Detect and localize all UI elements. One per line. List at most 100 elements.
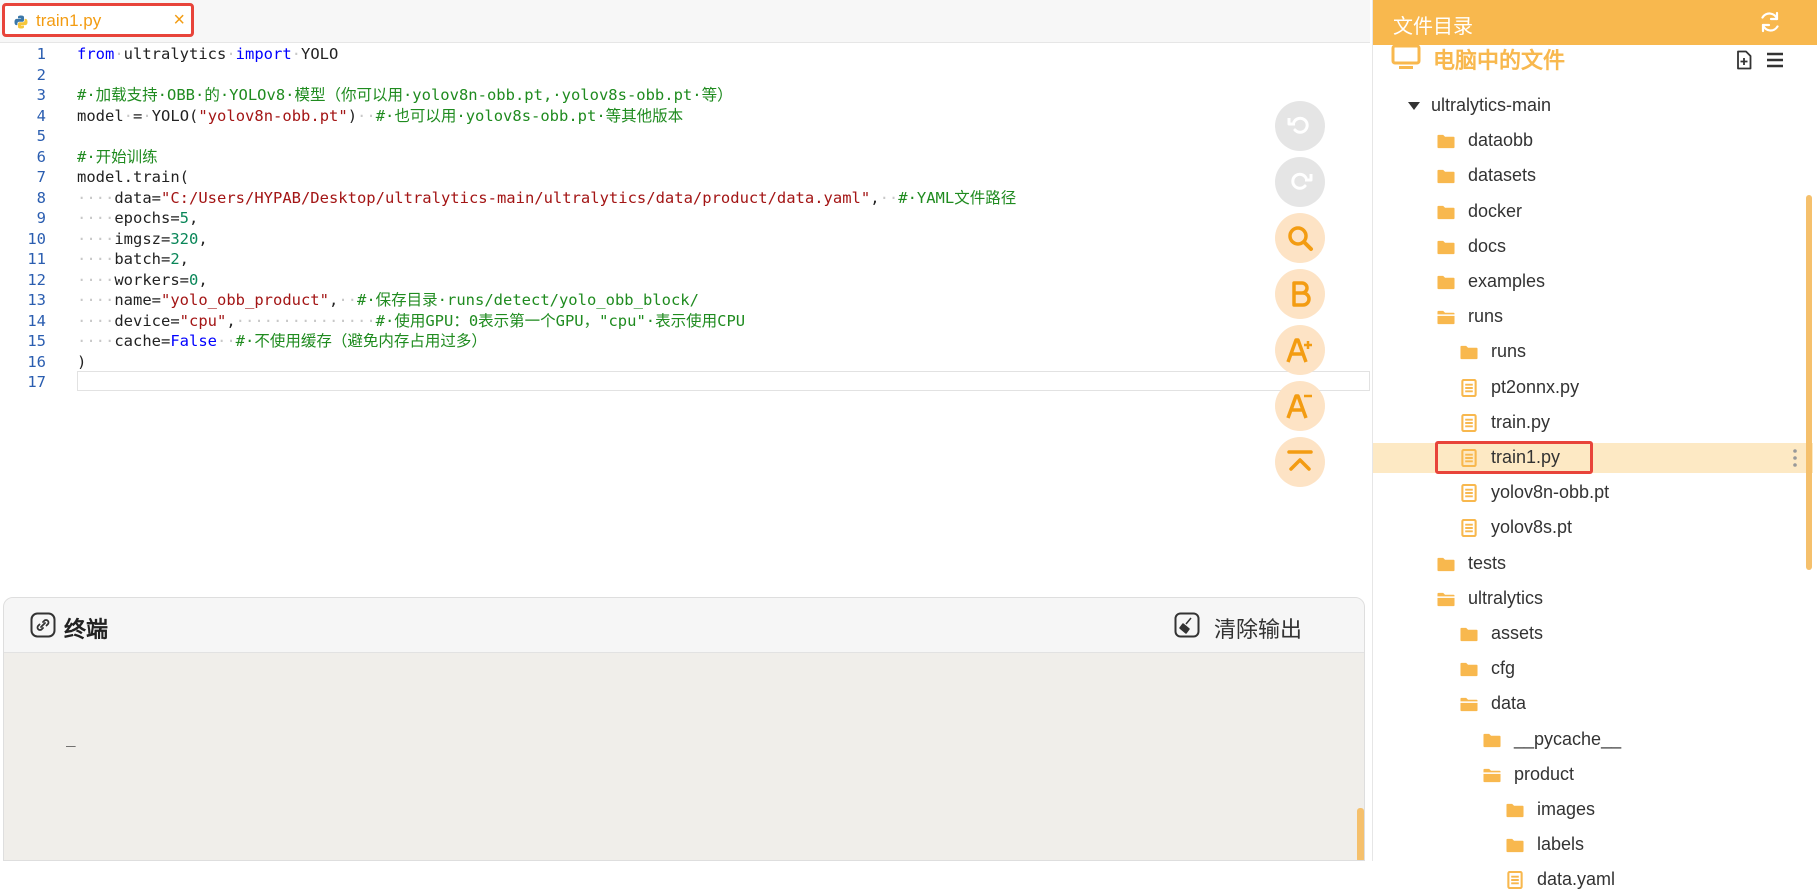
undo-button[interactable]: [1275, 101, 1325, 151]
folder-item[interactable]: examples: [1373, 267, 1813, 297]
code-token: 2: [170, 250, 180, 268]
code-token: ·: [226, 45, 236, 63]
more-options-icon[interactable]: [1793, 448, 1797, 468]
code-token: #·也可以用·yolov8s-obb.pt·等其他版本: [375, 106, 684, 125]
file-item[interactable]: yolov8n-obb.pt: [1373, 478, 1813, 508]
folder-item[interactable]: runs: [1373, 302, 1813, 332]
font-increase-button[interactable]: [1275, 325, 1325, 375]
folder-item[interactable]: docker: [1373, 197, 1813, 227]
explorer-scrollbar[interactable]: [1806, 195, 1812, 570]
folder-icon: [1483, 733, 1501, 747]
tree-item-label: labels: [1537, 834, 1585, 855]
code-token: workers=: [114, 270, 189, 289]
tree-item-label: images: [1537, 799, 1596, 819]
menu-icon[interactable]: [1766, 52, 1784, 68]
code-token: ,: [198, 270, 208, 289]
code-token: ,: [328, 291, 339, 309]
code-token: ,: [179, 250, 190, 268]
code-token: ,: [189, 209, 199, 227]
font-decrease-icon: [1286, 394, 1312, 419]
bold-button[interactable]: [1275, 269, 1325, 319]
file-icon: [1461, 378, 1477, 397]
code-token: model: [77, 106, 124, 125]
code-token: ··: [357, 106, 376, 125]
tree-item-label: product: [1514, 763, 1575, 784]
folder-item[interactable]: ultralytics-main: [1373, 91, 1813, 121]
close-tab-icon[interactable]: ×: [173, 9, 185, 31]
file-icon: [1461, 484, 1477, 503]
bold-icon: [1292, 281, 1311, 307]
tree-item-label: examples: [1468, 271, 1546, 291]
terminal-panel: 终端 清除输出 _: [3, 597, 1365, 861]
file-item[interactable]: data.yaml: [1373, 865, 1813, 895]
tree-item-label: train.py: [1491, 411, 1551, 432]
tree-item-label: ultralytics: [1468, 587, 1544, 608]
broom-icon[interactable]: [1174, 612, 1200, 638]
code-token: cache=: [114, 332, 171, 350]
code-token: =: [133, 106, 143, 125]
tree-item-label: data.yaml: [1537, 869, 1616, 890]
code-token: ····: [77, 291, 115, 309]
search-button[interactable]: [1275, 213, 1325, 263]
editor-pane: train1.py × 1 from·ultralytics·import·YOL…: [0, 0, 1370, 861]
folder-item[interactable]: dataobb: [1373, 126, 1813, 156]
code-line[interactable]: 17: [0, 371, 1370, 395]
folder-icon: [1460, 346, 1478, 360]
terminal-header: 终端 清除输出: [4, 598, 1364, 653]
folder-item[interactable]: images: [1373, 795, 1813, 825]
refresh-icon[interactable]: [1758, 10, 1782, 34]
file-item[interactable]: train1.py: [1373, 441, 1813, 474]
code-token: "cpu": [179, 311, 227, 330]
folder-open-icon: [1460, 698, 1478, 712]
folder-item[interactable]: assets: [1373, 619, 1813, 649]
code-token: model.train(: [77, 168, 189, 186]
folder-item[interactable]: runs: [1373, 337, 1813, 367]
tree-item-label: yolov8n-obb.pt: [1491, 482, 1610, 503]
folder-item[interactable]: docs: [1373, 232, 1813, 262]
tree-item-label: tests: [1468, 552, 1507, 573]
new-file-icon[interactable]: [1734, 50, 1754, 70]
tab-train1-py[interactable]: train1.py ×: [2, 3, 194, 37]
file-item[interactable]: pt2onnx.py: [1373, 373, 1813, 403]
terminal-cursor[interactable]: _: [66, 728, 76, 747]
clear-output-button[interactable]: 清除输出: [1214, 612, 1302, 644]
code-editor[interactable]: 1 from·ultralytics·import·YOLO 2 3 #·加载支持·OB…: [0, 43, 1370, 453]
file-item[interactable]: yolov8s.pt: [1373, 513, 1813, 543]
code-token: False: [170, 332, 217, 350]
code-token: ,: [226, 311, 236, 330]
folder-item[interactable]: data: [1373, 689, 1813, 719]
folder-item[interactable]: tests: [1373, 549, 1813, 579]
folder-icon: [1437, 557, 1455, 571]
tree-item-label: assets: [1491, 623, 1544, 643]
tab-bar: train1.py ×: [0, 0, 1370, 43]
folder-item[interactable]: labels: [1373, 830, 1813, 860]
folder-item[interactable]: __pycache__: [1373, 725, 1813, 755]
code-token: "C:/Users/HYPAB/Desktop/ultralytics-main…: [161, 188, 871, 207]
code-token: ultralytics: [123, 45, 227, 63]
folder-item[interactable]: ultralytics: [1373, 584, 1813, 614]
redo-button[interactable]: [1275, 157, 1325, 207]
tree-item-label: docs: [1468, 235, 1507, 256]
folder-open-icon: [1437, 592, 1455, 606]
folder-icon: [1437, 275, 1455, 290]
folder-item[interactable]: cfg: [1373, 654, 1813, 684]
terminal-title: 终端: [64, 618, 109, 643]
folder-icon: [1437, 135, 1455, 149]
code-token: ····: [77, 209, 115, 227]
code-token: 320: [170, 229, 199, 248]
font-increase-icon: [1286, 338, 1312, 363]
code-token: name=: [114, 291, 161, 309]
code-token: ·: [123, 106, 134, 125]
file-item[interactable]: train.py: [1373, 408, 1813, 438]
terminal-scrollbar[interactable]: [1357, 808, 1364, 860]
explorer-title: 文件目录: [1393, 14, 1473, 38]
tree-item-label: runs: [1468, 306, 1504, 327]
folder-item[interactable]: product: [1373, 760, 1813, 790]
folder-item[interactable]: datasets: [1373, 161, 1813, 191]
file-icon: [1461, 519, 1477, 538]
font-decrease-button[interactable]: [1275, 381, 1325, 431]
code-token: #·YAML文件路径: [898, 188, 1017, 207]
scroll-top-button[interactable]: [1275, 437, 1325, 487]
code-token: ····: [77, 250, 115, 268]
caret-down-icon[interactable]: [1408, 102, 1420, 110]
